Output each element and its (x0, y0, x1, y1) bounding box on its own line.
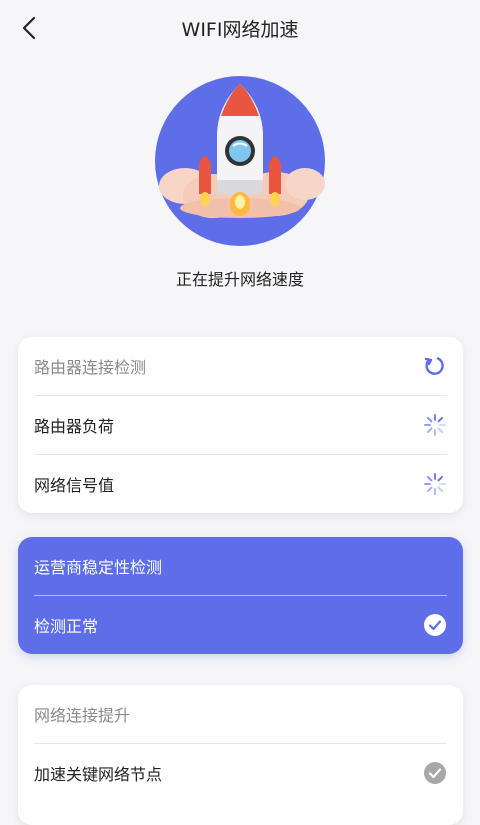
check-circle-icon (424, 614, 446, 636)
card-heading-row: 路由器连接检测 (34, 337, 447, 396)
item-label: 网络信号值 (34, 476, 115, 495)
list-item: 网络信号值 (34, 455, 447, 513)
list-item: 检测正常 (34, 596, 447, 654)
check-circle-grey-icon (424, 762, 446, 784)
loading-spinner-icon (424, 473, 446, 495)
list-item: 路由器负荷 (34, 396, 447, 455)
refresh-icon[interactable] (423, 354, 447, 378)
network-boost-card: 网络连接提升 加速关键网络节点 (18, 685, 463, 825)
loading-spinner-icon (424, 414, 446, 436)
card-heading-row: 网络连接提升 (34, 685, 447, 744)
card-heading: 网络连接提升 (34, 706, 131, 725)
router-check-card: 路由器连接检测 路由器负荷 网络信号值 (18, 337, 463, 513)
progress-status-text: 正在提升网络速度 (175, 270, 304, 289)
carrier-stability-card: 运营商稳定性检测 检测正常 (18, 537, 463, 654)
page-title: WIFI网络加速 (181, 19, 299, 41)
item-label: 检测正常 (34, 617, 99, 636)
item-label: 路由器负荷 (34, 417, 115, 436)
rocket-illustration (155, 76, 325, 246)
item-label: 加速关键网络节点 (34, 765, 163, 784)
list-item: 加速关键网络节点 (34, 744, 447, 802)
card-heading-row: 运营商稳定性检测 (34, 537, 447, 596)
card-heading: 运营商稳定性检测 (34, 558, 163, 577)
card-heading: 路由器连接检测 (34, 358, 147, 377)
top-bar: WIFI网络加速 (0, 0, 480, 56)
